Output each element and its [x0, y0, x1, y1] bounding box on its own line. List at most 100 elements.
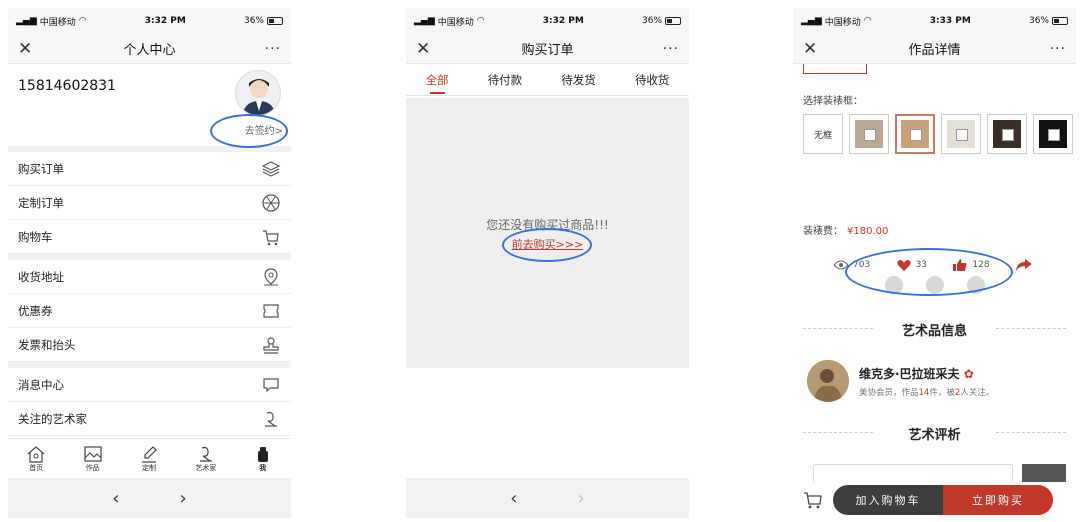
artist-card[interactable]: 维克多·巴拉班采夫 ✿ 美协会员，作品14件，被2人关注。 — [807, 360, 994, 402]
nav-bar: ✕ 个人中心 ··· — [8, 34, 291, 64]
wifi-icon: ◠ — [863, 16, 872, 26]
battery-icon — [266, 17, 283, 25]
more-icon[interactable]: ··· — [655, 41, 679, 57]
nav-bar: ✕ 购买订单 ··· — [406, 34, 689, 64]
clock: 3:33 PM — [929, 16, 971, 26]
empty-message: 您还没有购买过商品!!! — [486, 218, 609, 232]
close-icon[interactable]: ✕ — [18, 39, 42, 59]
aperture-icon — [262, 193, 280, 212]
battery-icon — [664, 17, 681, 25]
wifi-icon: ◠ — [78, 16, 87, 26]
tab-bar: 首页 作品 定制 艺术家 我 — [8, 438, 291, 478]
carrier-label: 中国移动 — [39, 17, 76, 28]
weibo-icon[interactable] — [926, 276, 944, 294]
sign-contract-link[interactable]: 去签约> — [245, 122, 283, 137]
user-avatar-icon — [242, 79, 276, 115]
brush-icon — [141, 445, 157, 463]
home-icon — [27, 445, 45, 463]
nav-bar: ✕ 作品详情 ··· — [793, 34, 1076, 64]
likes-stat[interactable]: 33 — [896, 258, 927, 272]
more-icon[interactable]: ··· — [257, 41, 281, 57]
frame-option-beige[interactable] — [849, 114, 889, 154]
medal-icon: ✿ — [963, 366, 974, 381]
qq-icon[interactable] — [885, 276, 903, 294]
clock: 3:32 PM — [542, 16, 584, 26]
tab-me[interactable]: 我 — [253, 445, 273, 473]
tab-works[interactable]: 作品 — [83, 445, 103, 473]
stats-row: 703 33 128 — [833, 258, 1033, 272]
cart-icon — [263, 229, 279, 245]
menu-item-orders[interactable]: 购买订单 — [8, 152, 291, 186]
carrier-label: 中国移动 — [437, 17, 474, 28]
tab-home[interactable]: 首页 — [26, 445, 46, 473]
back-icon[interactable]: ‹ — [510, 488, 517, 509]
moments-icon[interactable] — [967, 276, 985, 294]
tab-custom[interactable]: 定制 — [139, 445, 159, 473]
profile-header: 15814602831 去签约> — [8, 64, 291, 148]
phone-artwork-detail: ▂▄▆ 中国移动 ◠ 3:33 PM 36% ✕ 作品详情 ··· 选择装裱框： 无… — [793, 8, 1076, 518]
more-icon[interactable]: ··· — [1042, 41, 1066, 57]
tab-all[interactable]: 全部 — [426, 66, 449, 94]
battery-percent: 36% — [243, 16, 264, 26]
layers-icon — [261, 160, 281, 177]
go-buy-link[interactable]: 前去购买>>> — [406, 236, 689, 252]
section-title-art-info: 艺术品信息 — [793, 320, 1076, 339]
stamp-icon — [263, 336, 279, 354]
forward-icon[interactable]: › — [578, 488, 585, 509]
carrier-label: 中国移动 — [824, 17, 861, 28]
share-stat[interactable] — [1015, 258, 1033, 272]
signal-icon: ▂▄▆ — [801, 16, 822, 26]
coupon-icon — [263, 303, 279, 318]
frame-swatch — [901, 120, 929, 148]
buy-now-button[interactable]: 立即购买 — [943, 485, 1053, 515]
add-to-cart-button[interactable]: 加入购物车 — [833, 485, 943, 515]
menu-item-followed-artists[interactable]: 关注的艺术家 — [8, 402, 291, 436]
tab-pending-receipt[interactable]: 待收货 — [635, 66, 670, 94]
menu-item-coupons[interactable]: 优惠券 — [8, 294, 291, 328]
cart-icon — [804, 492, 822, 509]
frame-option-black-wood[interactable] — [987, 114, 1027, 154]
frame-option-wood[interactable] — [895, 114, 935, 154]
tab-artists[interactable]: 艺术家 — [195, 445, 216, 473]
browser-toolbar: ‹ › — [8, 478, 291, 518]
artist-icon — [199, 446, 212, 462]
menu-item-invoice[interactable]: 发票和抬头 — [8, 328, 291, 362]
thumbs-stat[interactable]: 128 — [952, 258, 990, 272]
empty-state: 您还没有购买过商品!!! 前去购买>>> — [406, 98, 689, 368]
section-title-review: 艺术评析 — [793, 424, 1076, 443]
menu-group: 消息中心 关注的艺术家 — [8, 362, 291, 436]
artist-icon — [265, 411, 277, 427]
share-icons — [885, 276, 985, 294]
views-stat: 703 — [833, 259, 870, 271]
forward-icon[interactable]: › — [180, 488, 187, 509]
phone-orders: ▂▄▆ 中国移动 ◠ 3:32 PM 36% ✕ 购买订单 ··· 全部 待付款 待… — [406, 8, 689, 518]
menu-item-custom-orders[interactable]: 定制订单 — [8, 186, 291, 220]
back-icon[interactable]: ‹ — [112, 488, 119, 509]
battery-percent: 36% — [1028, 16, 1049, 26]
tab-pending-shipment[interactable]: 待发货 — [561, 66, 596, 94]
artist-avatar[interactable] — [807, 360, 849, 402]
page-title: 购买订单 — [521, 43, 574, 58]
frame-option-light[interactable] — [941, 114, 981, 154]
frame-swatch — [855, 120, 883, 148]
close-icon[interactable]: ✕ — [803, 39, 827, 59]
close-icon[interactable]: ✕ — [416, 39, 440, 59]
purchase-bar: 加入购物车 立即购买 — [793, 482, 1076, 518]
cart-button[interactable] — [793, 490, 833, 510]
clock: 3:32 PM — [144, 16, 186, 26]
frame-swatch — [993, 120, 1021, 148]
frame-option-black[interactable] — [1033, 114, 1073, 154]
menu-group: 收货地址 优惠券 发票和抬头 — [8, 254, 291, 362]
frame-label: 选择装裱框： — [803, 96, 863, 107]
avatar[interactable] — [235, 70, 281, 116]
page-title: 个人中心 — [123, 43, 176, 58]
tab-pending-payment[interactable]: 待付款 — [488, 66, 523, 94]
artist-info: 维克多·巴拉班采夫 ✿ 美协会员，作品14件，被2人关注。 — [859, 365, 994, 398]
battery-icon — [1051, 17, 1068, 25]
menu-item-messages[interactable]: 消息中心 — [8, 368, 291, 402]
menu-item-cart[interactable]: 购物车 — [8, 220, 291, 254]
heart-icon — [896, 260, 911, 271]
frame-option-none[interactable]: 无框 — [803, 114, 843, 154]
menu-item-address[interactable]: 收货地址 — [8, 260, 291, 294]
battery-percent: 36% — [641, 16, 662, 26]
